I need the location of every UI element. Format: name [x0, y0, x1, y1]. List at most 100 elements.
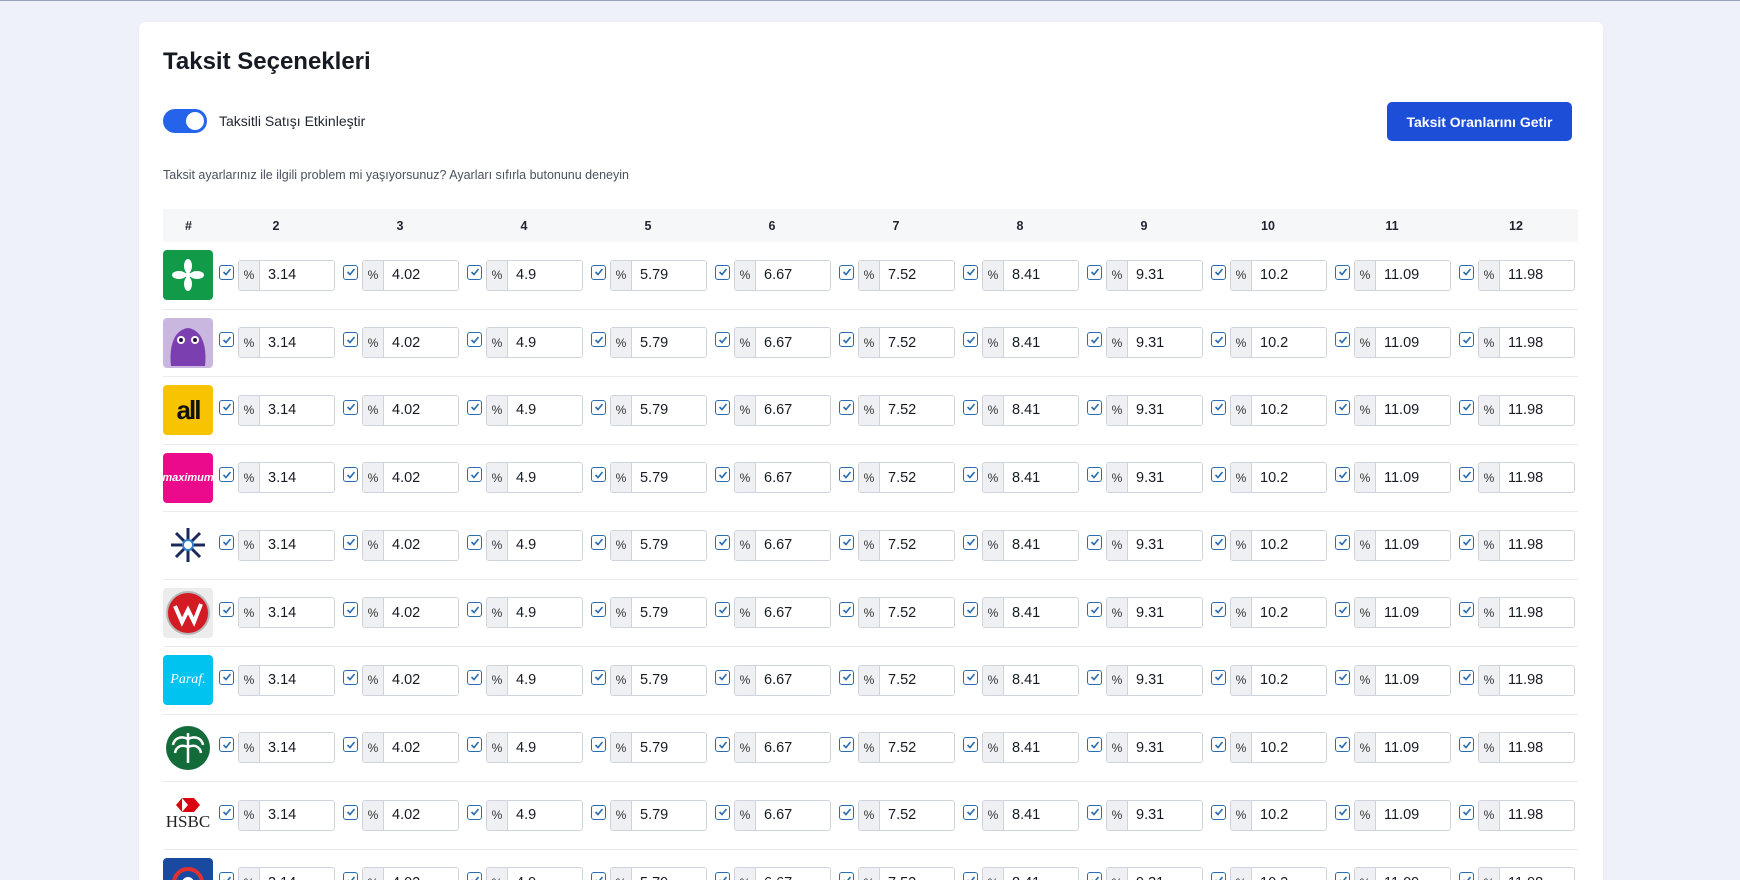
installment-enabled-checkbox[interactable] [715, 669, 730, 685]
installment-rate-input[interactable] [384, 733, 458, 763]
installment-enabled-checkbox[interactable] [1211, 534, 1226, 550]
installment-rate-input[interactable] [632, 463, 706, 493]
installment-enabled-checkbox[interactable] [1335, 602, 1350, 618]
installment-rate-input[interactable] [632, 395, 706, 425]
installment-enabled-checkbox[interactable] [467, 737, 482, 753]
installment-rate-input[interactable] [880, 800, 954, 830]
installment-rate-input[interactable] [508, 463, 582, 493]
installment-rate-input[interactable] [756, 395, 830, 425]
installment-rate-input[interactable] [756, 800, 830, 830]
installment-rate-input[interactable] [1128, 530, 1202, 560]
installment-enabled-checkbox[interactable] [219, 399, 234, 415]
installment-enabled-checkbox[interactable] [467, 399, 482, 415]
installment-rate-input[interactable] [384, 868, 458, 880]
installment-enabled-checkbox[interactable] [1087, 264, 1102, 280]
installment-enabled-checkbox[interactable] [839, 399, 854, 415]
installment-rate-input[interactable] [880, 260, 954, 290]
installment-enabled-checkbox[interactable] [591, 737, 606, 753]
installment-rate-input[interactable] [384, 800, 458, 830]
installment-enabled-checkbox[interactable] [715, 804, 730, 820]
installment-enabled-checkbox[interactable] [219, 669, 234, 685]
installment-enabled-checkbox[interactable] [219, 804, 234, 820]
installment-rate-input[interactable] [384, 530, 458, 560]
installment-enabled-checkbox[interactable] [1335, 332, 1350, 348]
installment-enabled-checkbox[interactable] [1459, 804, 1474, 820]
installment-enabled-checkbox[interactable] [1211, 332, 1226, 348]
installment-enabled-checkbox[interactable] [715, 264, 730, 280]
installment-enabled-checkbox[interactable] [1087, 602, 1102, 618]
installment-rate-input[interactable] [1500, 868, 1574, 880]
installment-rate-input[interactable] [1252, 868, 1326, 880]
installment-rate-input[interactable] [880, 665, 954, 695]
installment-enabled-checkbox[interactable] [467, 332, 482, 348]
installment-rate-input[interactable] [508, 260, 582, 290]
installment-enabled-checkbox[interactable] [1087, 669, 1102, 685]
installment-enabled-checkbox[interactable] [1459, 467, 1474, 483]
installment-rate-input[interactable] [1004, 260, 1078, 290]
installment-rate-input[interactable] [508, 800, 582, 830]
installment-rate-input[interactable] [508, 598, 582, 628]
installment-enabled-checkbox[interactable] [1335, 264, 1350, 280]
installment-rate-input[interactable] [1252, 665, 1326, 695]
installment-enabled-checkbox[interactable] [343, 669, 358, 685]
installment-enabled-checkbox[interactable] [467, 602, 482, 618]
installment-enabled-checkbox[interactable] [343, 804, 358, 820]
installment-enabled-checkbox[interactable] [343, 264, 358, 280]
installment-enabled-checkbox[interactable] [1459, 602, 1474, 618]
installment-rate-input[interactable] [1252, 800, 1326, 830]
installment-rate-input[interactable] [260, 328, 334, 358]
installment-enabled-checkbox[interactable] [715, 467, 730, 483]
installment-enabled-checkbox[interactable] [1211, 804, 1226, 820]
installment-enabled-checkbox[interactable] [1459, 669, 1474, 685]
installment-enabled-checkbox[interactable] [1087, 872, 1102, 880]
installment-rate-input[interactable] [1500, 395, 1574, 425]
installment-rate-input[interactable] [1004, 328, 1078, 358]
installment-rate-input[interactable] [880, 733, 954, 763]
installment-enabled-checkbox[interactable] [1335, 399, 1350, 415]
installment-enabled-checkbox[interactable] [467, 872, 482, 880]
installment-enabled-checkbox[interactable] [839, 872, 854, 880]
installment-enabled-checkbox[interactable] [1087, 399, 1102, 415]
installment-enabled-checkbox[interactable] [715, 737, 730, 753]
installment-rate-input[interactable] [1500, 463, 1574, 493]
installment-rate-input[interactable] [1252, 395, 1326, 425]
installment-rate-input[interactable] [1252, 530, 1326, 560]
installment-enabled-checkbox[interactable] [963, 602, 978, 618]
installment-enabled-checkbox[interactable] [963, 332, 978, 348]
installment-enabled-checkbox[interactable] [839, 264, 854, 280]
installment-enabled-checkbox[interactable] [591, 669, 606, 685]
installment-rate-input[interactable] [1004, 530, 1078, 560]
installment-rate-input[interactable] [756, 598, 830, 628]
installment-rate-input[interactable] [508, 868, 582, 880]
installment-enabled-checkbox[interactable] [467, 534, 482, 550]
installment-rate-input[interactable] [880, 395, 954, 425]
installment-enabled-checkbox[interactable] [963, 264, 978, 280]
installment-enabled-checkbox[interactable] [591, 264, 606, 280]
installment-rate-input[interactable] [384, 260, 458, 290]
installment-rate-input[interactable] [1376, 395, 1450, 425]
installment-rate-input[interactable] [508, 530, 582, 560]
installment-rate-input[interactable] [260, 665, 334, 695]
installment-enabled-checkbox[interactable] [1087, 804, 1102, 820]
installment-rate-input[interactable] [756, 868, 830, 880]
installment-rate-input[interactable] [508, 328, 582, 358]
installment-enabled-checkbox[interactable] [1335, 467, 1350, 483]
fetch-installment-rates-button[interactable]: Taksit Oranlarını Getir [1387, 102, 1572, 141]
installment-rate-input[interactable] [756, 260, 830, 290]
installment-rate-input[interactable] [1004, 868, 1078, 880]
installment-enabled-checkbox[interactable] [839, 534, 854, 550]
installment-rate-input[interactable] [632, 665, 706, 695]
installment-rate-input[interactable] [260, 260, 334, 290]
installment-enabled-checkbox[interactable] [715, 602, 730, 618]
installment-rate-input[interactable] [756, 328, 830, 358]
installment-rate-input[interactable] [508, 733, 582, 763]
installment-enabled-checkbox[interactable] [219, 534, 234, 550]
installment-enabled-checkbox[interactable] [467, 264, 482, 280]
installment-rate-input[interactable] [1376, 733, 1450, 763]
installment-enabled-checkbox[interactable] [963, 467, 978, 483]
installment-rate-input[interactable] [1004, 665, 1078, 695]
installment-rate-input[interactable] [1252, 260, 1326, 290]
installment-enabled-checkbox[interactable] [839, 332, 854, 348]
installment-enabled-checkbox[interactable] [219, 332, 234, 348]
installment-enabled-checkbox[interactable] [467, 804, 482, 820]
